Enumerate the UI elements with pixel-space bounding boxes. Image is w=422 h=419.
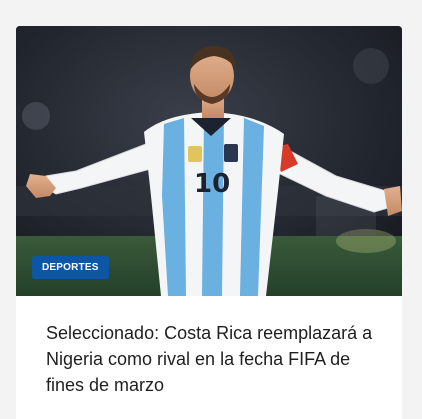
article-headline[interactable]: Seleccionado: Costa Rica reemplazará a N… [46, 320, 386, 398]
jersey-number: 10 [194, 169, 230, 199]
news-card[interactable]: 10 DEPORTES Seleccionado: Costa Rica ree… [16, 26, 402, 419]
article-photo[interactable]: 10 DEPORTES [16, 26, 402, 296]
category-badge[interactable]: DEPORTES [32, 256, 109, 279]
